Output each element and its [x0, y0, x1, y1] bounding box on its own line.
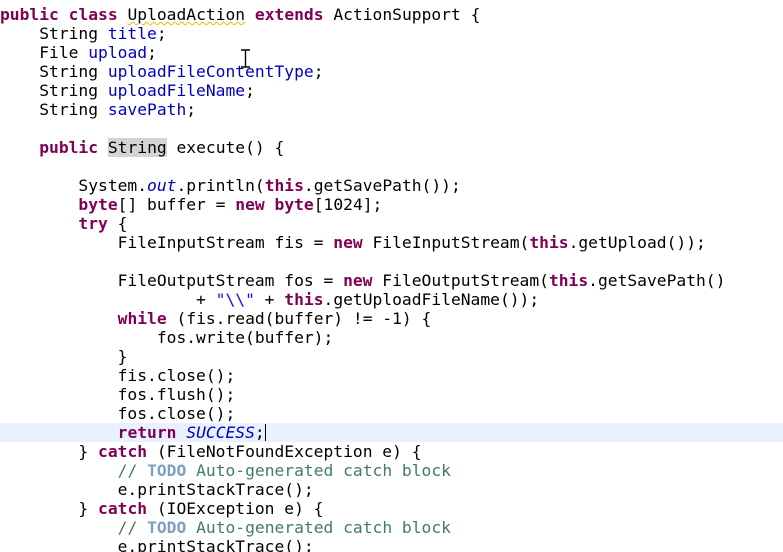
code-line[interactable]: e.printStackTrace(); — [0, 537, 783, 552]
code-line[interactable] — [0, 119, 783, 138]
code-line[interactable]: String uploadFileContentType; — [0, 62, 783, 81]
code-line[interactable]: File upload; — [0, 43, 783, 62]
code-line[interactable]: e.printStackTrace(); — [0, 480, 783, 499]
code-line[interactable]: } catch (FileNotFoundException e) { — [0, 442, 783, 461]
code-line[interactable]: System.out.println(this.getSavePath()); — [0, 176, 783, 195]
code-line[interactable]: FileInputStream fis = new FileInputStrea… — [0, 233, 783, 252]
code-line[interactable]: return SUCCESS; — [0, 423, 783, 442]
code-line[interactable]: fos.close(); — [0, 404, 783, 423]
code-line[interactable]: String savePath; — [0, 100, 783, 119]
code-line[interactable]: String title; — [0, 24, 783, 43]
code-line[interactable]: } catch (IOException e) { — [0, 499, 783, 518]
code-line[interactable]: // TODO Auto-generated catch block — [0, 518, 783, 537]
code-line[interactable]: FileOutputStream fos = new FileOutputStr… — [0, 271, 783, 290]
code-line[interactable]: String uploadFileName; — [0, 81, 783, 100]
code-line[interactable]: fos.flush(); — [0, 385, 783, 404]
code-line[interactable]: public String execute() { — [0, 138, 783, 157]
code-line[interactable]: + "\\" + this.getUploadFileName()); — [0, 290, 783, 309]
text-ibeam-icon — [241, 49, 250, 68]
code-line[interactable]: fis.close(); — [0, 366, 783, 385]
code-editor[interactable]: public class UploadAction extends Action… — [0, 0, 783, 552]
code-line[interactable] — [0, 157, 783, 176]
code-line[interactable]: try { — [0, 214, 783, 233]
code-line[interactable]: public class UploadAction extends Action… — [0, 5, 783, 24]
code-line[interactable]: fos.write(buffer); — [0, 328, 783, 347]
code-line[interactable]: byte[] buffer = new byte[1024]; — [0, 195, 783, 214]
code-line[interactable]: // TODO Auto-generated catch block — [0, 461, 783, 480]
text-caret — [264, 424, 267, 441]
code-line[interactable] — [0, 252, 783, 271]
code-line[interactable]: } — [0, 347, 783, 366]
code-line[interactable]: while (fis.read(buffer) != -1) { — [0, 309, 783, 328]
